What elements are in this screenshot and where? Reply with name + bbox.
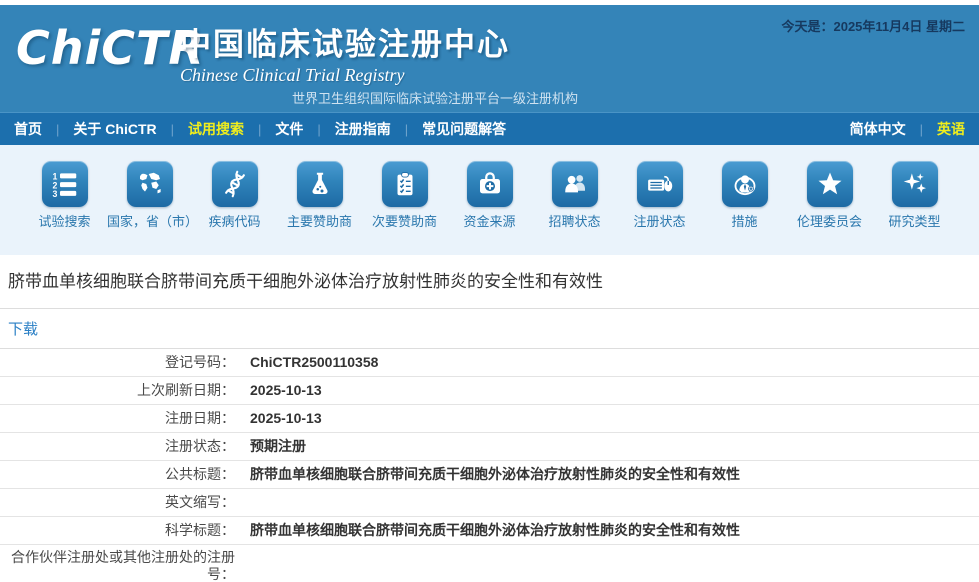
field-label: 科学标题： xyxy=(0,518,250,543)
sparkles-icon xyxy=(892,161,938,207)
field-value: 2025-10-13 xyxy=(250,410,979,427)
doctor-icon xyxy=(722,161,768,207)
trial-fields-table: 登记号码： ChiCTR2500110358 上次刷新日期： 2025-10-1… xyxy=(0,349,979,582)
quick-item-label: 措施 xyxy=(731,214,757,230)
quick-item-label: 次要赞助商 xyxy=(372,214,437,230)
quick-item-label: 主要赞助商 xyxy=(287,214,352,230)
field-label: 注册日期： xyxy=(0,406,250,431)
world-map-icon xyxy=(127,161,173,207)
people-icon xyxy=(552,161,598,207)
field-row-last-refreshed: 上次刷新日期： 2025-10-13 xyxy=(0,377,979,405)
current-date: 今天是：2025年11月4日 星期二 xyxy=(781,16,965,35)
download-row: 下载 xyxy=(0,309,979,349)
quick-item-registration-status[interactable]: 注册状态 xyxy=(617,161,702,255)
nav-item-faq[interactable]: 常见问题解答 xyxy=(422,119,506,139)
svg-text:3: 3 xyxy=(52,189,57,199)
nav-separator xyxy=(405,122,408,137)
field-label: 上次刷新日期： xyxy=(0,378,250,403)
field-value: ChiCTR2500110358 xyxy=(250,354,979,371)
quick-item-funding-source[interactable]: 资金来源 xyxy=(447,161,532,255)
nav-item-documents[interactable]: 文件 xyxy=(275,119,303,139)
trial-detail: 脐带血单核细胞联合脐带间充质干细胞外泌体治疗放射性肺炎的安全性和有效性 下载 登… xyxy=(0,255,979,582)
lang-simplified-chinese[interactable]: 简体中文 xyxy=(850,119,906,139)
site-subtitle: 世界卫生组织国际临床试验注册平台一级注册机构 xyxy=(292,88,578,107)
page: ChiCTR 中国临床试验注册中心 Chinese Clinical Trial… xyxy=(0,0,979,582)
quick-item-disease-code[interactable]: 疾病代码 xyxy=(192,161,277,255)
quick-item-country-province[interactable]: 国家，省（市） xyxy=(107,161,192,255)
quick-item-trial-search[interactable]: 1 2 3 试验搜索 xyxy=(22,161,107,255)
quick-item-label: 伦理委员会 xyxy=(797,214,862,230)
quick-item-label: 疾病代码 xyxy=(208,214,260,230)
trial-title: 脐带血单核细胞联合脐带间充质干细胞外泌体治疗放射性肺炎的安全性和有效性 xyxy=(0,255,979,309)
field-value: 脐带血单核细胞联合脐带间充质干细胞外泌体治疗放射性肺炎的安全性和有效性 xyxy=(250,522,979,539)
site-title-chinese: 中国临床试验注册中心 xyxy=(180,19,510,64)
nav-item-registration-guide[interactable]: 注册指南 xyxy=(335,119,391,139)
flask-icon xyxy=(297,161,343,207)
quick-item-study-type[interactable]: 研究类型 xyxy=(872,161,957,255)
keyboard-mouse-icon xyxy=(637,161,683,207)
quick-item-label: 国家，省（市） xyxy=(107,214,192,230)
site-title-english: Chinese Clinical Trial Registry xyxy=(180,65,510,86)
numbered-list-icon: 1 2 3 xyxy=(42,161,88,207)
quick-item-ethics-committee[interactable]: 伦理委员会 xyxy=(787,161,872,255)
field-row-partner-registry-number: 合作伙伴注册处或其他注册处的注册号： xyxy=(0,545,979,582)
nav-separator xyxy=(171,122,174,137)
quick-item-label: 资金来源 xyxy=(463,214,515,230)
field-row-registration-number: 登记号码： ChiCTR2500110358 xyxy=(0,349,979,377)
field-row-registration-status: 注册状态： 预期注册 xyxy=(0,433,979,461)
quick-item-secondary-sponsor[interactable]: 次要赞助商 xyxy=(362,161,447,255)
nav-item-trial-search[interactable]: 试用搜索 xyxy=(188,119,244,139)
field-label: 公共标题： xyxy=(0,462,250,487)
clipboard-icon xyxy=(382,161,428,207)
field-value: 预期注册 xyxy=(250,438,979,455)
field-value: 脐带血单核细胞联合脐带间充质干细胞外泌体治疗放射性肺炎的安全性和有效性 xyxy=(250,466,979,483)
nav-separator xyxy=(258,122,261,137)
quick-item-recruiting-status[interactable]: 招聘状态 xyxy=(532,161,617,255)
site-header: ChiCTR 中国临床试验注册中心 Chinese Clinical Trial… xyxy=(0,5,979,112)
quick-search-panel: 1 2 3 试验搜索 国家，省（市） xyxy=(0,145,979,255)
main-nav: 首页 关于 ChiCTR 试用搜索 文件 注册指南 常见问题解答 简体中文 英语 xyxy=(0,112,979,145)
field-label: 登记号码： xyxy=(0,350,250,375)
dna-icon xyxy=(212,161,258,207)
field-row-english-acronym: 英文缩写： xyxy=(0,489,979,517)
field-row-scientific-title: 科学标题： 脐带血单核细胞联合脐带间充质干细胞外泌体治疗放射性肺炎的安全性和有效… xyxy=(0,517,979,545)
nav-separator xyxy=(317,122,320,137)
site-titles: 中国临床试验注册中心 Chinese Clinical Trial Regist… xyxy=(180,19,510,86)
quick-item-label: 研究类型 xyxy=(888,214,940,230)
nav-item-about[interactable]: 关于 ChiCTR xyxy=(73,119,156,139)
field-label: 注册状态： xyxy=(0,434,250,459)
nav-item-home[interactable]: 首页 xyxy=(14,119,42,139)
nav-separator xyxy=(56,122,59,137)
star-icon xyxy=(807,161,853,207)
field-value: 2025-10-13 xyxy=(250,382,979,399)
quick-item-label: 试验搜索 xyxy=(38,214,90,230)
quick-item-primary-sponsor[interactable]: 主要赞助商 xyxy=(277,161,362,255)
field-label: 英文缩写： xyxy=(0,490,250,515)
chictr-logo[interactable]: ChiCTR xyxy=(16,21,205,75)
download-link[interactable]: 下载 xyxy=(8,321,38,338)
lang-english[interactable]: 英语 xyxy=(937,119,965,139)
quick-item-measures[interactable]: 措施 xyxy=(702,161,787,255)
field-row-public-title: 公共标题： 脐带血单核细胞联合脐带间充质干细胞外泌体治疗放射性肺炎的安全性和有效… xyxy=(0,461,979,489)
medical-bag-icon xyxy=(467,161,513,207)
quick-item-label: 注册状态 xyxy=(633,214,685,230)
field-row-registration-date: 注册日期： 2025-10-13 xyxy=(0,405,979,433)
nav-separator xyxy=(920,122,923,137)
field-label: 合作伙伴注册处或其他注册处的注册号： xyxy=(0,545,250,582)
quick-item-label: 招聘状态 xyxy=(548,214,600,230)
